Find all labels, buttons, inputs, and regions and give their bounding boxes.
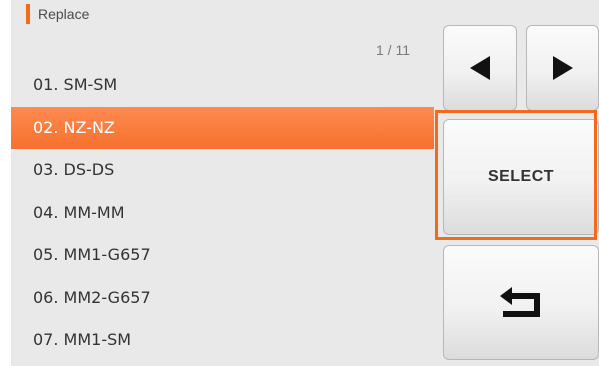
list-item[interactable]: 04. MM-MM <box>11 192 434 235</box>
page-indicator: 1 / 11 <box>376 42 410 58</box>
header-accent-bar <box>26 4 30 24</box>
return-icon <box>500 286 540 317</box>
list-item[interactable]: 06. MM2-G657 <box>11 277 434 320</box>
list-item-selected[interactable]: 02. NZ-NZ <box>11 106 434 149</box>
list-item[interactable]: 07. MM1-SM <box>11 319 434 362</box>
list-item[interactable]: 05. MM1-G657 <box>11 234 434 277</box>
select-button-label: SELECT <box>487 168 555 185</box>
arrow-left-icon <box>470 56 490 80</box>
back-button[interactable] <box>443 245 599 360</box>
next-page-button[interactable] <box>526 25 599 111</box>
select-button[interactable]: SELECT <box>443 119 599 235</box>
list-item[interactable]: 01. SM-SM <box>11 64 434 107</box>
list-item[interactable]: 03. DS-DS <box>11 149 434 192</box>
page-title: Replace <box>38 6 90 22</box>
splice-mode-list: 01. SM-SM 02. NZ-NZ 03. DS-DS 04. MM-MM … <box>11 64 434 362</box>
arrow-right-icon <box>552 56 573 80</box>
previous-page-button[interactable] <box>443 25 517 111</box>
